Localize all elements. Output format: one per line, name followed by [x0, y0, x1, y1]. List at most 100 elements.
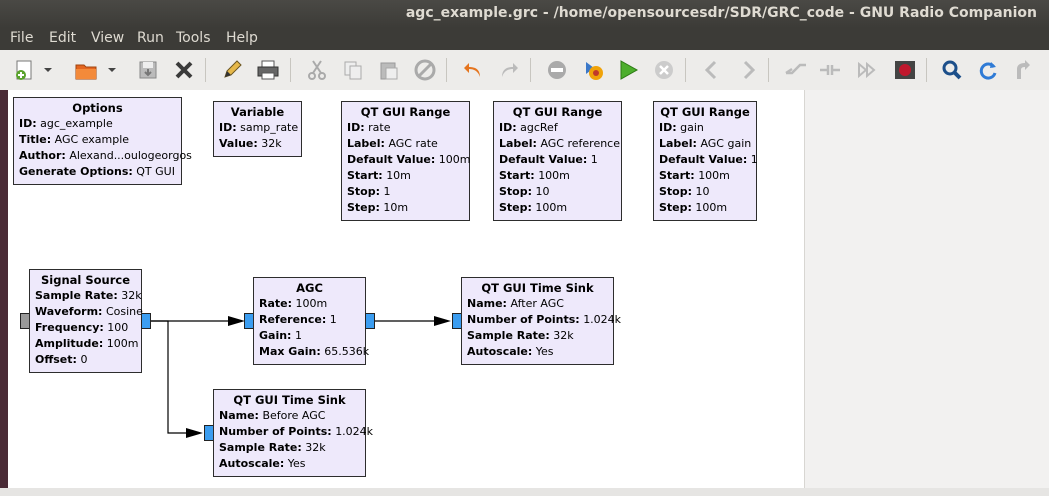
- param-key: Number of Points:: [467, 313, 580, 326]
- search-icon[interactable]: [938, 56, 966, 84]
- param-value: 10m: [386, 169, 411, 182]
- param-key: ID:: [659, 121, 677, 134]
- block-title: QT GUI Range: [360, 105, 451, 119]
- block-title: QT GUI Time Sink: [233, 393, 346, 407]
- block-qt-gui-range-rate[interactable]: QT GUI Range ID: rate Label: AGC rate De…: [341, 101, 471, 221]
- block-qt-gui-time-sink-before[interactable]: QT GUI Time Sink Name: Before AGC Number…: [213, 389, 373, 477]
- param-value: 0: [80, 353, 88, 366]
- param-value: samp_rate: [240, 121, 299, 134]
- block-library-panel[interactable]: [804, 90, 1049, 488]
- param-key: Waveform:: [35, 305, 103, 318]
- param-value: 1.024k: [335, 425, 374, 438]
- block-title: QT GUI Range: [512, 105, 603, 119]
- redo-icon[interactable]: [495, 56, 523, 84]
- agc-output-port[interactable]: [365, 313, 375, 329]
- param-key: Rate:: [259, 297, 293, 310]
- param-value: 100m: [535, 201, 568, 214]
- open-dropdown-icon[interactable]: [104, 56, 120, 84]
- undo-icon[interactable]: [459, 56, 487, 84]
- param-value: 1: [590, 153, 598, 166]
- block-qt-gui-range-agcref[interactable]: QT GUI Range ID: agcRef Label: AGC refer…: [493, 101, 622, 221]
- block-signal-source[interactable]: Signal Source Sample Rate: 32k Waveform:…: [29, 269, 143, 373]
- param-value: 32k: [305, 441, 326, 454]
- block-agc[interactable]: AGC Rate: 100m Reference: 1 Gain: 1 Max …: [253, 277, 370, 365]
- param-value: 1: [750, 153, 758, 166]
- generate-icon[interactable]: [580, 56, 608, 84]
- close-icon[interactable]: [170, 56, 198, 84]
- stop-record-icon[interactable]: [891, 56, 919, 84]
- menu-run[interactable]: Run: [137, 30, 164, 46]
- save-icon[interactable]: [134, 56, 162, 84]
- menu-view[interactable]: View: [91, 30, 124, 46]
- param-key: Label:: [499, 137, 537, 150]
- block-qt-gui-range-gain[interactable]: QT GUI Range ID: gain Label: AGC gain De…: [653, 101, 758, 221]
- forward-icon[interactable]: [854, 56, 882, 84]
- toolbar-separator: [446, 58, 447, 82]
- param-value: 1: [383, 185, 391, 198]
- param-key: Start:: [659, 169, 695, 182]
- param-value: 1: [329, 313, 337, 326]
- param-key: ID:: [347, 121, 365, 134]
- param-key: Label:: [659, 137, 697, 150]
- status-strip: [0, 488, 1049, 496]
- param-value: QT GUI: [136, 165, 175, 178]
- redo2-icon[interactable]: [1008, 56, 1036, 84]
- param-key: Amplitude:: [35, 337, 104, 350]
- rotate-cw-icon[interactable]: [734, 56, 762, 84]
- param-value: Yes: [535, 345, 554, 358]
- menu-bar: File Edit View Run Tools Help: [0, 28, 1049, 50]
- rotate-ccw-icon[interactable]: [698, 56, 726, 84]
- reload-icon[interactable]: [974, 56, 1002, 84]
- param-key: Step:: [347, 201, 380, 214]
- block-title: Options: [72, 101, 123, 115]
- param-key: Start:: [499, 169, 535, 182]
- param-value: 100m: [106, 337, 139, 350]
- param-key: Number of Points:: [219, 425, 332, 438]
- menu-file[interactable]: File: [10, 30, 33, 46]
- param-value: Cosine: [105, 305, 143, 318]
- param-value: agcRef: [520, 121, 558, 134]
- param-value: 65.536k: [324, 345, 370, 358]
- bypass-icon[interactable]: [816, 56, 844, 84]
- param-value: 32k: [261, 137, 282, 150]
- param-value: 100: [107, 321, 129, 334]
- edit-icon[interactable]: [218, 56, 246, 84]
- param-key: Author:: [19, 149, 66, 162]
- toolbar-separator: [768, 58, 769, 82]
- print-icon[interactable]: [254, 56, 282, 84]
- param-value: gain: [680, 121, 704, 134]
- window-title: agc_example.grc - /home/opensourcesdr/SD…: [405, 5, 1037, 21]
- paste-icon[interactable]: [375, 56, 403, 84]
- copy-icon[interactable]: [339, 56, 367, 84]
- param-value: 10m: [383, 201, 409, 214]
- kill-icon[interactable]: [650, 56, 678, 84]
- param-key: Stop:: [499, 185, 533, 198]
- menu-edit[interactable]: Edit: [49, 30, 76, 46]
- param-value: AGC gain: [700, 137, 752, 150]
- param-key: Frequency:: [35, 321, 104, 334]
- param-value: 100m: [438, 153, 471, 166]
- disable-icon[interactable]: [543, 56, 571, 84]
- param-value: rate: [368, 121, 391, 134]
- param-key: Default Value:: [499, 153, 588, 166]
- menu-help[interactable]: Help: [226, 30, 258, 46]
- param-key: Name:: [219, 409, 259, 422]
- toolbar-separator: [685, 58, 686, 82]
- menu-tools[interactable]: Tools: [176, 30, 211, 46]
- param-value: 32k: [553, 329, 574, 342]
- block-options[interactable]: Options ID: agc_example Title: AGC examp…: [13, 97, 192, 185]
- new-dropdown-icon[interactable]: [40, 56, 56, 84]
- enable-icon[interactable]: [782, 56, 810, 84]
- run-icon[interactable]: [614, 56, 642, 84]
- toolbar: [0, 50, 1049, 91]
- open-icon[interactable]: [72, 56, 100, 84]
- cut-icon[interactable]: [303, 56, 331, 84]
- delete-icon[interactable]: [411, 56, 439, 84]
- block-variable[interactable]: Variable ID: samp_rate Value: 32k: [213, 101, 302, 157]
- param-value: After AGC: [510, 297, 564, 310]
- param-key: Gain:: [259, 329, 292, 342]
- block-qt-gui-time-sink-after[interactable]: QT GUI Time Sink Name: After AGC Number …: [461, 277, 621, 365]
- new-icon[interactable]: [10, 56, 38, 84]
- signal-source-output-port[interactable]: [141, 313, 151, 329]
- param-key: Step:: [499, 201, 532, 214]
